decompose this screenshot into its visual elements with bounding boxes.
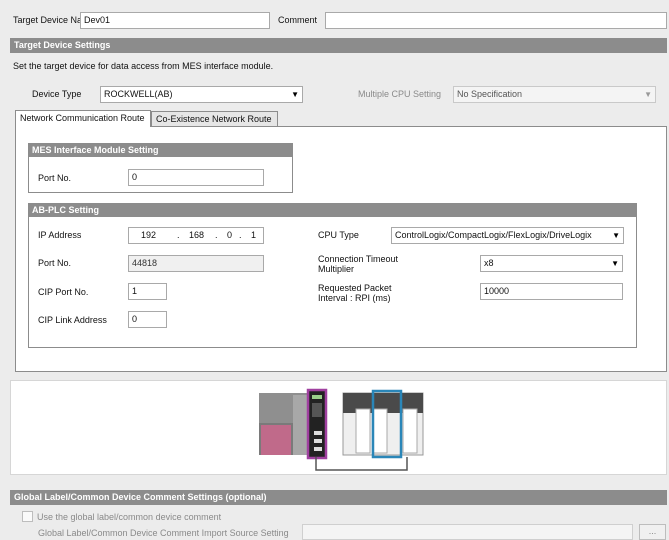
- ip-dot: .: [177, 230, 180, 240]
- target-device-settings-header: Target Device Settings: [10, 38, 667, 53]
- cip-link-label: CIP Link Address: [38, 315, 107, 325]
- target-device-name-input[interactable]: Dev01: [80, 12, 270, 29]
- plc-rack-slot: [372, 408, 388, 454]
- multiple-cpu-select[interactable]: No Specification ▼: [453, 86, 656, 103]
- mes-rack-illustration: [259, 388, 328, 460]
- cip-port-input[interactable]: 1: [128, 283, 167, 300]
- rpi-input[interactable]: 10000: [480, 283, 623, 300]
- cpu-type-value: ControlLogix/CompactLogix/FlexLogix/Driv…: [395, 230, 592, 240]
- cip-link-input[interactable]: 0: [128, 311, 167, 328]
- comment-label: Comment: [278, 15, 318, 25]
- target-device-description: Set the target device for data access fr…: [13, 61, 274, 71]
- import-source-label: Global Label/Common Device Comment Impor…: [38, 528, 289, 538]
- plc-rack-illustration: [342, 389, 424, 459]
- connection-timeout-value: x8: [484, 258, 494, 268]
- ip-address-input[interactable]: 192 . 168 . 0 . 1: [128, 227, 264, 244]
- rpi-label: Requested Packet Interval : RPI (ms): [318, 283, 392, 303]
- ip-octet-2: 168: [189, 230, 205, 240]
- ab-plc-group: [28, 203, 637, 348]
- ip-address-label: IP Address: [38, 230, 82, 240]
- ip-dot: .: [239, 230, 242, 240]
- tab-co-existence-network-route[interactable]: Co-Existence Network Route: [151, 111, 278, 127]
- mes-port-label: Port No.: [38, 173, 72, 183]
- tab-network-communication-route[interactable]: Network Communication Route: [15, 110, 151, 127]
- browse-button[interactable]: ...: [639, 524, 666, 540]
- chevron-down-icon: ▼: [611, 259, 619, 268]
- mes-module-port: [314, 431, 322, 435]
- device-type-select[interactable]: ROCKWELL(AB) ▼: [100, 86, 303, 103]
- comment-input[interactable]: [325, 12, 667, 29]
- device-type-value: ROCKWELL(AB): [104, 89, 173, 99]
- use-global-label-checkbox[interactable]: [22, 511, 33, 522]
- ip-octet-1: 192: [141, 230, 157, 240]
- mes-port-input[interactable]: 0: [128, 169, 264, 186]
- plc-rack-slot: [402, 408, 418, 454]
- global-label-header: Global Label/Common Device Comment Setti…: [10, 490, 667, 505]
- ip-dot: .: [215, 230, 218, 240]
- chevron-down-icon: ▼: [644, 90, 652, 99]
- ab-plc-header: AB-PLC Setting: [28, 203, 637, 217]
- chevron-down-icon: ▼: [291, 90, 299, 99]
- cpu-type-select[interactable]: ControlLogix/CompactLogix/FlexLogix/Driv…: [391, 227, 624, 244]
- device-type-label: Device Type: [32, 89, 82, 99]
- multiple-cpu-value: No Specification: [457, 89, 523, 99]
- plc-rack-slot: [355, 408, 371, 454]
- plc-port-input: 44818: [128, 255, 264, 272]
- use-global-label-label: Use the global label/common device comme…: [37, 512, 222, 522]
- mes-module-led: [312, 395, 322, 399]
- multiple-cpu-label: Multiple CPU Setting: [358, 89, 442, 99]
- cip-port-label: CIP Port No.: [38, 287, 89, 297]
- connection-timeout-select[interactable]: x8 ▼: [480, 255, 623, 272]
- mes-interface-header: MES Interface Module Setting: [28, 143, 293, 157]
- plc-port-label: Port No.: [38, 258, 72, 268]
- mes-rack-slot: [293, 395, 307, 455]
- chevron-down-icon: ▼: [612, 231, 620, 240]
- ip-octet-4: 1: [251, 230, 257, 240]
- mes-module-port: [314, 447, 322, 451]
- network-diagram-svg: [259, 388, 424, 471]
- ip-octet-3: 0: [227, 230, 233, 240]
- network-diagram: [10, 380, 667, 475]
- connection-timeout-label: Connection Timeout Multiplier: [318, 254, 399, 274]
- import-source-input[interactable]: [302, 524, 633, 540]
- ethernet-cable: [315, 457, 408, 471]
- mes-module-panel: [312, 403, 322, 417]
- cpu-type-label: CPU Type: [318, 230, 359, 240]
- mes-module-port: [314, 439, 322, 443]
- mes-rack-module: [261, 425, 291, 455]
